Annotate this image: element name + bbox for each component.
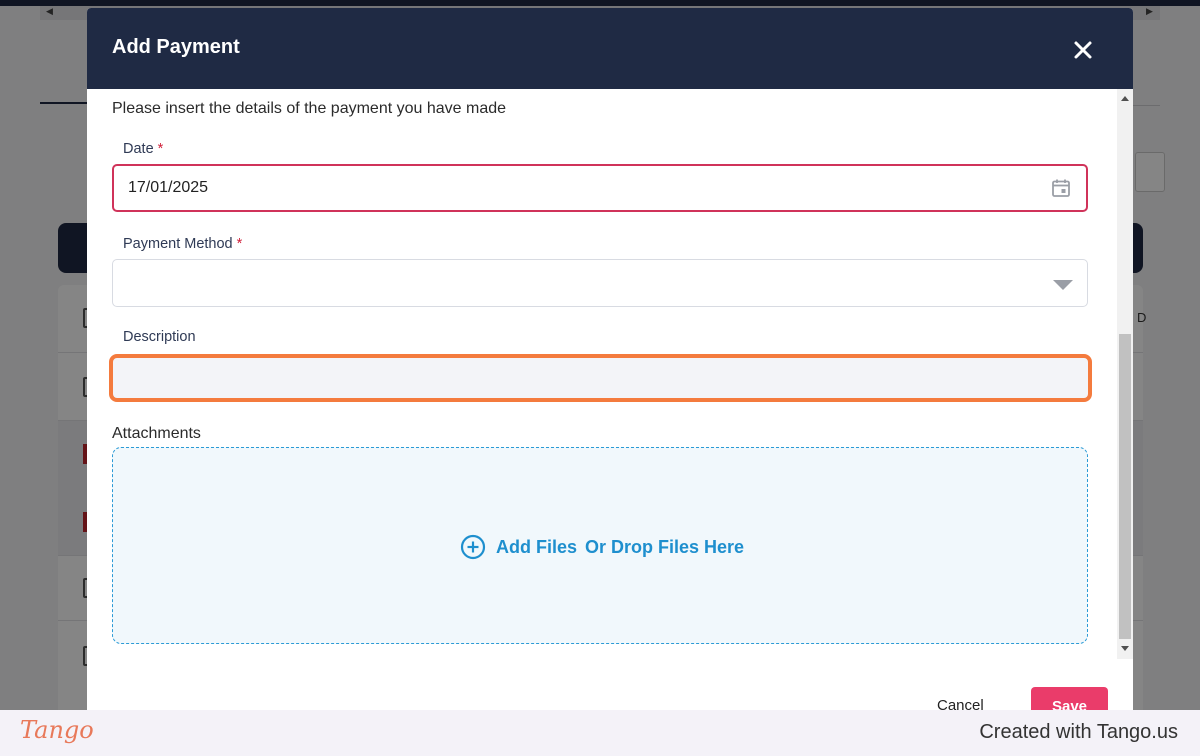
date-field[interactable]: 17/01/2025 [112, 164, 1088, 212]
tango-footer-bar: Tango Created with Tango.us [0, 710, 1200, 756]
intro-text: Please insert the details of the payment… [112, 100, 507, 117]
add-files-link[interactable]: Add Files [496, 537, 577, 558]
drop-files-text: Or Drop Files Here [585, 536, 745, 557]
date-value: 17/01/2025 [128, 179, 209, 196]
file-dropzone[interactable]: Add Files Or Drop Files Here [112, 447, 1088, 644]
payment-method-select[interactable] [112, 259, 1088, 307]
required-marker: * [236, 236, 243, 252]
scroll-down-icon[interactable] [1121, 646, 1129, 651]
add-payment-modal: Add Payment Please insert the details of… [87, 8, 1133, 728]
attachments-label: Attachments [112, 425, 201, 442]
modal-header: Add Payment [87, 8, 1133, 89]
calendar-icon[interactable] [1051, 178, 1071, 198]
modal-body: Please insert the details of the payment… [87, 89, 1117, 659]
scrollbar-thumb[interactable] [1119, 334, 1131, 639]
payment-method-label: Payment Method * [123, 236, 242, 252]
scroll-up-icon[interactable] [1121, 96, 1129, 101]
description-input[interactable] [109, 354, 1092, 402]
required-marker: * [157, 141, 164, 157]
payment-method-label-text: Payment Method [123, 236, 233, 252]
chevron-down-icon[interactable] [1053, 280, 1073, 290]
add-circle-icon [460, 534, 486, 560]
modal-title: Add Payment [112, 36, 240, 58]
close-button[interactable] [1069, 36, 1097, 64]
tango-logo: Tango [20, 716, 94, 744]
modal-scrollbar[interactable] [1117, 89, 1133, 659]
description-label: Description [123, 329, 196, 345]
add-files-area[interactable]: Add Files Or Drop Files Here [460, 534, 744, 560]
close-icon [1074, 41, 1092, 59]
date-label: Date * [123, 141, 163, 157]
tango-credit: Created with Tango.us [979, 721, 1178, 743]
date-label-text: Date [123, 141, 154, 157]
